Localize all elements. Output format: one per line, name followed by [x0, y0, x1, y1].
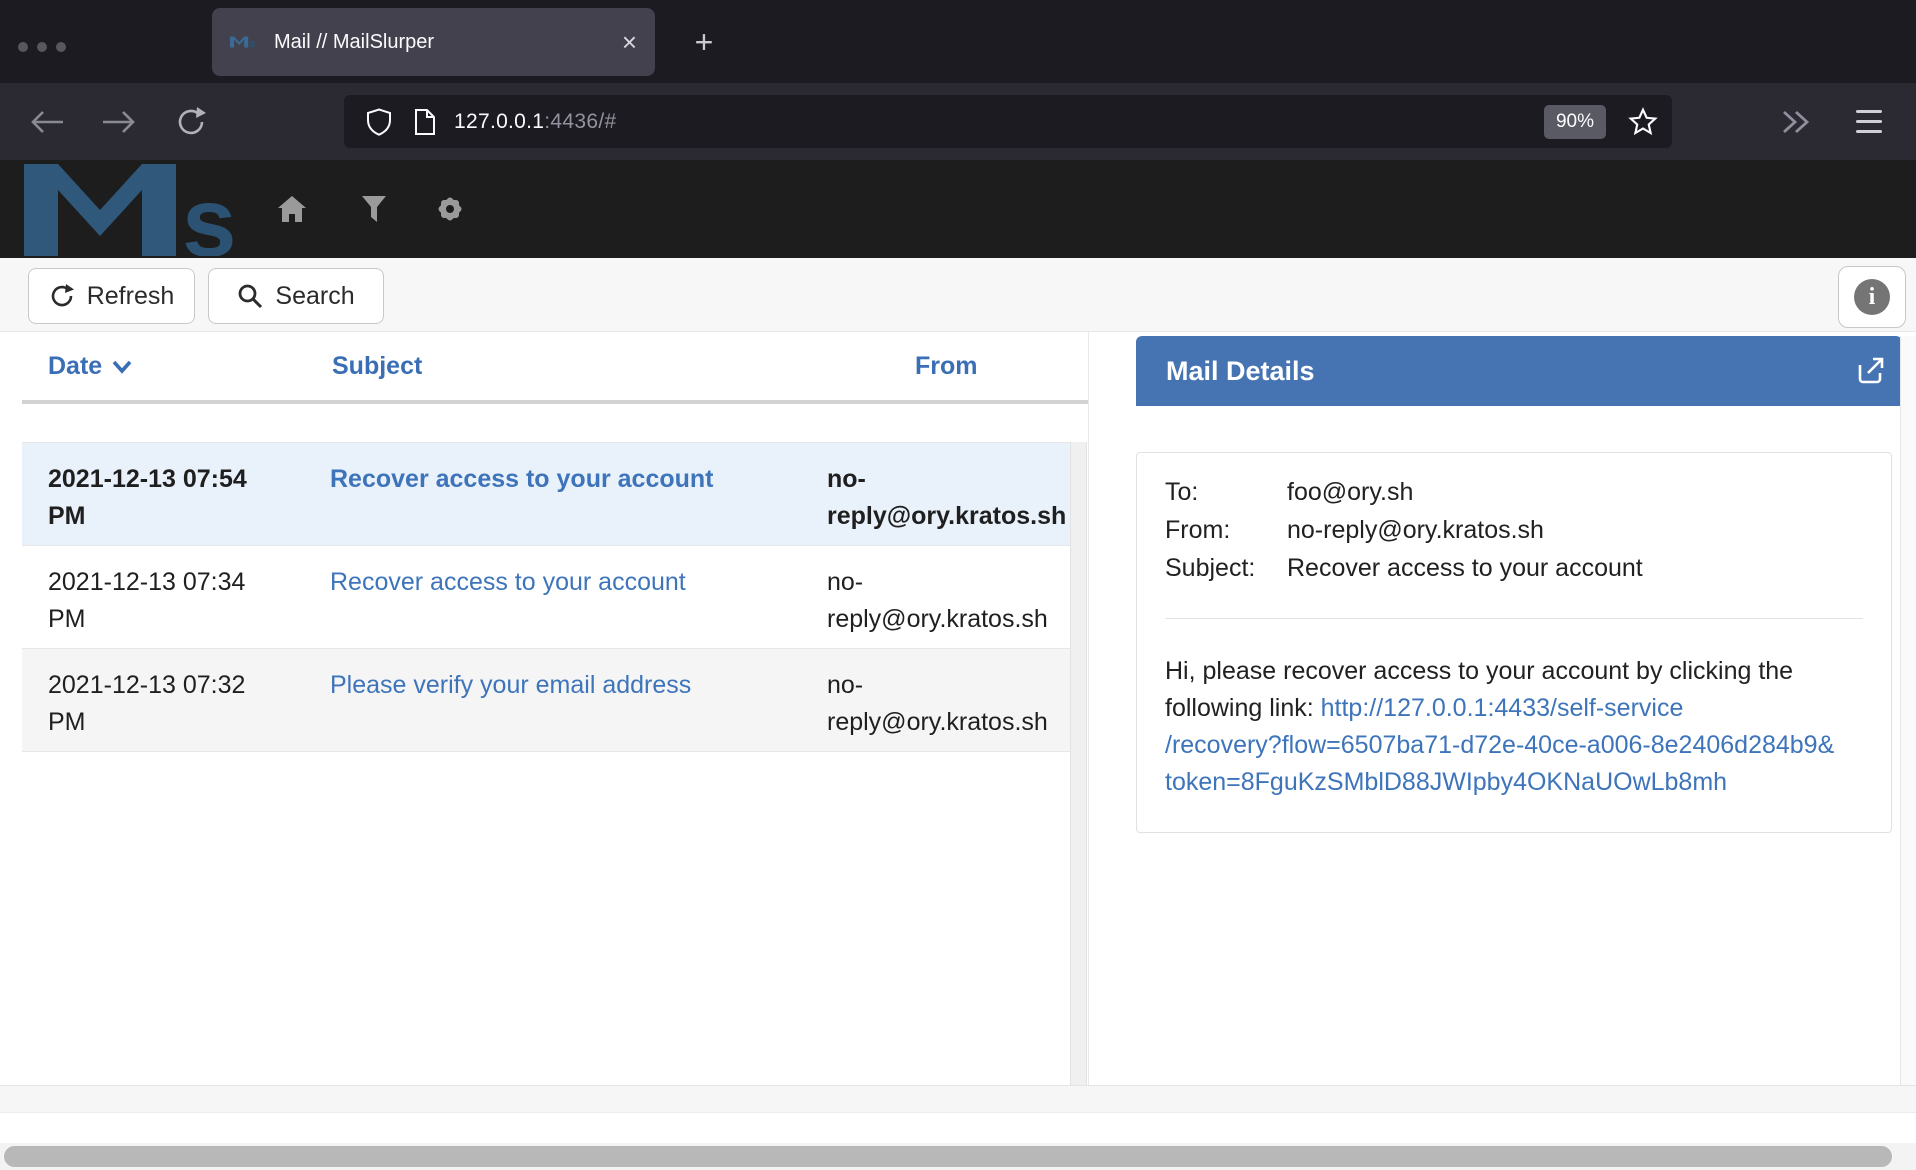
mailslurper-logo: s: [24, 164, 274, 256]
refresh-label: Refresh: [87, 282, 175, 311]
mail-row[interactable]: 2021-12-13 07:32 PM Please verify your e…: [22, 648, 1070, 752]
mail-rows: 2021-12-13 07:54 PM Recover access to yo…: [22, 442, 1070, 752]
settings-gear-icon[interactable]: [434, 193, 466, 225]
filter-icon[interactable]: [358, 193, 390, 225]
external-link-icon[interactable]: [1854, 355, 1886, 387]
svg-text:s: s: [249, 38, 256, 48]
url-host: 127.0.0.1: [454, 110, 544, 133]
recovery-link-line: http://127.0.0.1:4433/self-service: [1321, 694, 1684, 722]
window-dot-icon: [18, 42, 28, 52]
browser-tab-bar: s Mail // MailSlurper × +: [0, 0, 1916, 83]
bookmark-star-icon[interactable]: [1628, 107, 1658, 137]
recovery-link-line: token=8FguKzSMblD88JWIpby4OKNaUOwLb8mh: [1165, 764, 1875, 801]
tab-title: Mail // MailSlurper: [274, 31, 612, 54]
tab-close-icon[interactable]: ×: [622, 29, 637, 55]
mail-subject-link[interactable]: Recover access to your account: [330, 564, 800, 601]
horizontal-scrollbar-thumb[interactable]: [4, 1146, 1892, 1167]
search-icon: [237, 283, 263, 309]
zoom-level-badge[interactable]: 90%: [1544, 105, 1606, 139]
mail-date: 2021-12-13 07:34 PM: [48, 564, 278, 638]
field-to: To: foo@ory.sh: [1165, 473, 1863, 511]
browser-window: s Mail // MailSlurper × +: [0, 0, 1916, 1170]
header-divider: [22, 400, 1088, 404]
subject-value: Recover access to your account: [1287, 549, 1643, 587]
mail-subject-link[interactable]: Recover access to your account: [330, 461, 800, 498]
search-button[interactable]: Search: [208, 268, 384, 324]
url-text: 127.0.0.1:4436/#: [454, 110, 1544, 134]
panel-divider: [1088, 332, 1089, 1085]
new-tab-button[interactable]: +: [682, 20, 726, 64]
home-icon[interactable]: [276, 193, 308, 225]
mailslurper-favicon: s: [230, 36, 260, 48]
shield-icon[interactable]: [366, 108, 392, 136]
mail-from: no-reply@ory.kratos.sh: [827, 461, 1055, 535]
mail-list: Date Subject From 2021-12-13 07:54 PM Re…: [0, 332, 1090, 1085]
refresh-icon: [49, 283, 75, 309]
mail-subject-link[interactable]: Please verify your email address: [330, 667, 800, 704]
mail-from: no-reply@ory.kratos.sh: [827, 564, 1055, 638]
date-header-label: Date: [48, 352, 102, 381]
column-header-date[interactable]: Date: [48, 352, 132, 381]
column-header-from[interactable]: From: [915, 352, 978, 381]
mail-details-header: Mail Details: [1136, 336, 1902, 406]
mail-details-card: To: foo@ory.sh From: no-reply@ory.kratos…: [1136, 452, 1892, 833]
mail-row[interactable]: 2021-12-13 07:34 PM Recover access to yo…: [22, 545, 1070, 648]
mail-date: 2021-12-13 07:32 PM: [48, 667, 278, 741]
browser-tab[interactable]: s Mail // MailSlurper ×: [212, 8, 655, 76]
column-header-subject[interactable]: Subject: [332, 352, 422, 381]
info-icon: i: [1854, 279, 1890, 315]
window-controls[interactable]: [18, 42, 66, 52]
mail-row[interactable]: 2021-12-13 07:54 PM Recover access to yo…: [22, 442, 1070, 545]
to-label: To:: [1165, 473, 1287, 511]
mail-details-panel: Mail Details To: foo@ory.sh From: no-rep…: [1108, 332, 1900, 1085]
browser-toolbar: 127.0.0.1:4436/# 90%: [0, 83, 1916, 160]
info-button[interactable]: i: [1838, 266, 1906, 328]
recovery-link-line: /recovery?flow=6507ba71-d72e-40ce-a006-8…: [1165, 727, 1875, 764]
subject-label: Subject:: [1165, 549, 1287, 587]
search-label: Search: [275, 282, 354, 311]
page-toolbar: Refresh Search i: [0, 258, 1916, 332]
reload-button[interactable]: [168, 83, 214, 160]
overflow-chevrons-icon[interactable]: [1772, 83, 1818, 160]
window-dot-icon: [37, 42, 47, 52]
horizontal-scrollbar-track[interactable]: [0, 1143, 1916, 1170]
url-bar[interactable]: 127.0.0.1:4436/# 90%: [344, 95, 1672, 148]
url-port-path: :4436/#: [544, 110, 616, 133]
menu-icon[interactable]: [1846, 83, 1892, 160]
mail-from: no-reply@ory.kratos.sh: [827, 667, 1055, 741]
window-dot-icon: [56, 42, 66, 52]
from-value: no-reply@ory.kratos.sh: [1287, 511, 1544, 549]
from-label: From:: [1165, 511, 1287, 549]
list-scrollbar-track[interactable]: [1070, 442, 1087, 1085]
svg-text:s: s: [182, 167, 237, 256]
field-from: From: no-reply@ory.kratos.sh: [1165, 511, 1863, 549]
mail-body: Hi, please recover access to your accoun…: [1165, 653, 1875, 801]
footer-strip: [0, 1085, 1916, 1113]
to-value: foo@ory.sh: [1287, 473, 1413, 511]
field-subject: Subject: Recover access to your account: [1165, 549, 1863, 587]
refresh-button[interactable]: Refresh: [28, 268, 195, 324]
chevron-down-icon: [112, 360, 132, 374]
mail-details-title: Mail Details: [1166, 356, 1854, 387]
back-button[interactable]: [24, 83, 70, 160]
details-scrollbar-track[interactable]: [1900, 336, 1916, 1085]
forward-button[interactable]: [96, 83, 142, 160]
card-divider: [1165, 618, 1863, 619]
page-icon[interactable]: [414, 108, 436, 136]
mail-date: 2021-12-13 07:54 PM: [48, 461, 278, 535]
mailslurper-header: s: [0, 160, 1916, 258]
